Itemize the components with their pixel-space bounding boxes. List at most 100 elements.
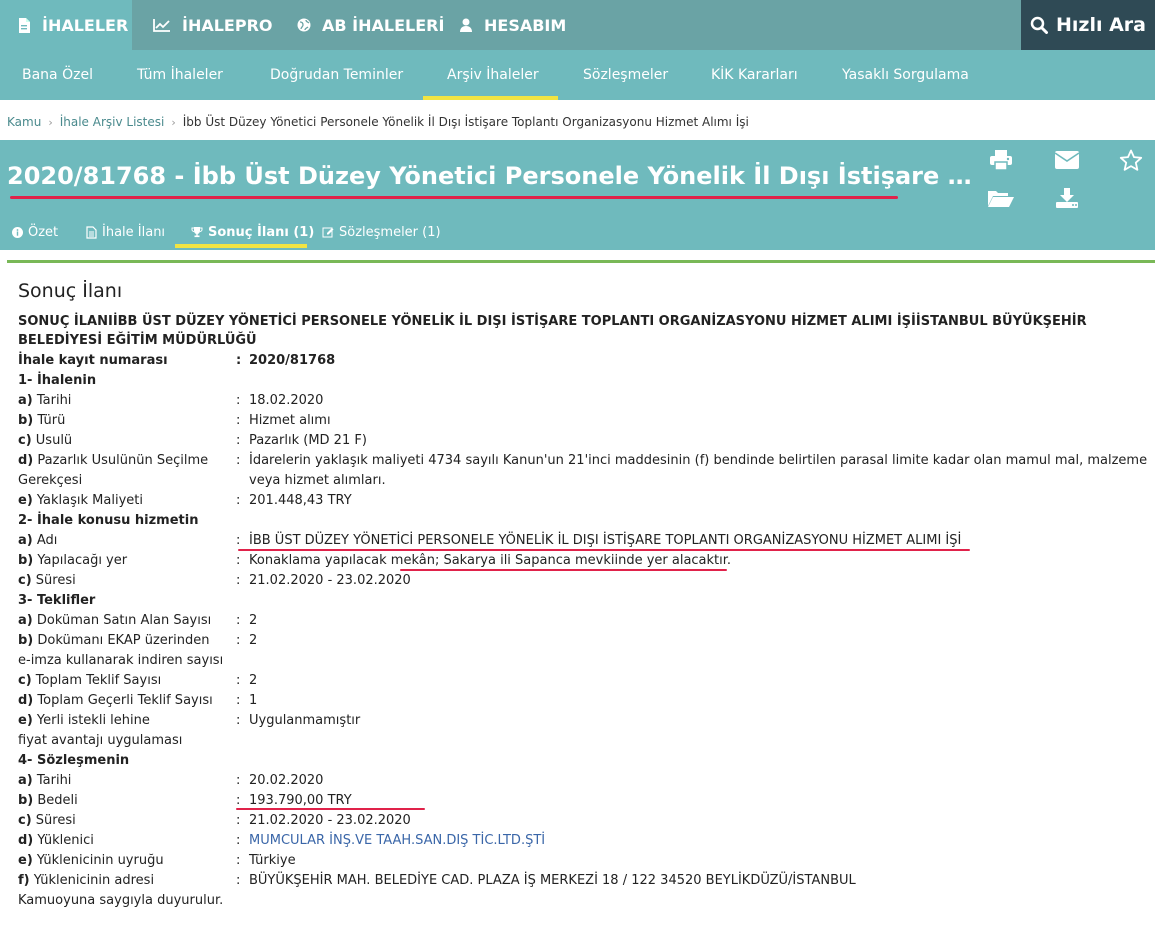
- detail-prefix: a): [18, 613, 33, 628]
- detail-value: Pazarlık (MD 21 F): [249, 433, 367, 448]
- chart-line-icon: [152, 17, 172, 33]
- detail-label: Dokümanı EKAP üzerinden: [37, 633, 210, 648]
- contractor-link[interactable]: MUMCULAR İNŞ.VE TAAH.SAN.DIŞ TİC.LTD.ŞTİ: [249, 831, 1154, 851]
- subnav-item-bana-ozel[interactable]: Bana Özel: [22, 50, 93, 100]
- topnav-item-ab-ihaleleri[interactable]: AB İHALELERİ: [296, 0, 444, 50]
- active-subnav-indicator: [423, 96, 558, 100]
- favorite-button[interactable]: [1117, 148, 1145, 176]
- detail-value: BÜYÜKŞEHİR MAH. BELEDİYE CAD. PLAZA İŞ M…: [249, 873, 856, 888]
- detail-label: Yüklenicinin adresi: [33, 873, 155, 888]
- detail-prefix: c): [18, 433, 32, 448]
- topnav-label: İHALEPRO: [182, 15, 273, 35]
- detail-value: 21.02.2020 - 23.02.2020: [249, 573, 411, 588]
- detail-label: Usulü: [35, 433, 73, 448]
- topnav-item-ihalepro[interactable]: İHALEPRO: [152, 0, 273, 50]
- open-folder-button[interactable]: [987, 186, 1015, 214]
- page-title: 2020/81768 - İbb Üst Düzey Yönetici Pers…: [7, 162, 977, 190]
- subnav-item-arsiv-ihaleler[interactable]: Arşiv İhaleler: [447, 50, 539, 100]
- section-heading-hizmetin: 2- İhale konusu hizmetin: [18, 513, 199, 528]
- download-icon: [1055, 187, 1079, 213]
- detail-prefix: c): [18, 813, 32, 828]
- tab-label: İhale İlanı: [102, 224, 166, 240]
- topnav-label: İHALELER: [42, 15, 129, 35]
- folder-open-icon: [987, 188, 1015, 212]
- star-icon: [1119, 149, 1143, 175]
- quick-search-label: Hızlı Ara: [1055, 14, 1146, 36]
- detail-label: Toplam Teklif Sayısı: [35, 673, 162, 688]
- detail-label: Toplam Geçerli Teklif Sayısı: [37, 693, 213, 708]
- detail-value: Uygulanmamıştır: [249, 713, 361, 728]
- download-button[interactable]: [1053, 186, 1081, 214]
- detail-label: Türü: [37, 413, 66, 428]
- detail-label: Yaklaşık Maliyeti: [36, 493, 143, 508]
- subnav-item-kik-kararlari[interactable]: KİK Kararları: [711, 50, 798, 100]
- document-icon: [16, 17, 32, 33]
- breadcrumb: Kamu › İhale Arşiv Listesi › İbb Üst Düz…: [7, 115, 749, 129]
- breadcrumb-item-current: İbb Üst Düzey Yönetici Personele Yönelik…: [182, 115, 749, 129]
- trophy-icon: [191, 226, 203, 238]
- topnav-item-hesabim[interactable]: HESABIM: [458, 0, 566, 50]
- detail-label: Yerli istekli lehine: [36, 713, 150, 728]
- detail-label: Pazarlık Usulünün Seçilme: [37, 453, 209, 468]
- announcement-heading: SONUÇ İLANIİBB ÜST DÜZEY YÖNETİCİ PERSON…: [18, 314, 1087, 348]
- detail-prefix: a): [18, 773, 33, 788]
- section-heading-ihalenin: 1- İhalenin: [18, 373, 97, 388]
- subnav-item-tum-ihaleler[interactable]: Tüm İhaleler: [137, 50, 223, 100]
- detail-value: 1: [249, 693, 258, 708]
- detail-value: İBB ÜST DÜZEY YÖNETİCİ PERSONELE YÖNELİK…: [249, 533, 962, 548]
- section-title: Sonuç İlanı: [18, 280, 123, 302]
- topnav-label: AB İHALELERİ: [322, 15, 445, 35]
- detail-value: 201.448,43 TRY: [249, 493, 352, 508]
- tab-ihale-ilani[interactable]: İhale İlanı: [86, 216, 165, 248]
- detail-prefix: e): [18, 493, 33, 508]
- quick-search-button[interactable]: Hızlı Ara: [1021, 0, 1155, 50]
- subnav-item-dogrudan-teminler[interactable]: Doğrudan Teminler: [270, 50, 403, 100]
- detail-value: 2: [249, 673, 258, 688]
- tender-header: 2020/81768 - İbb Üst Düzey Yönetici Pers…: [0, 140, 1155, 250]
- detail-prefix: e): [18, 713, 33, 728]
- section-heading-sozlesmenin: 4- Sözleşmenin: [18, 753, 130, 768]
- detail-value: 2: [249, 613, 258, 628]
- file-icon: [86, 225, 97, 239]
- sub-navigation: Bana Özel Tüm İhaleler Doğrudan Teminler…: [0, 50, 1155, 100]
- email-button[interactable]: [1053, 148, 1081, 176]
- detail-prefix: b): [18, 553, 34, 568]
- breadcrumb-item-kamu[interactable]: Kamu: [7, 115, 41, 129]
- print-icon: [989, 149, 1013, 175]
- print-button[interactable]: [987, 148, 1015, 176]
- user-icon: [458, 17, 474, 33]
- closing-text: Kamuoyuna saygıyla duyurulur.: [18, 893, 224, 908]
- detail-prefix: d): [18, 833, 34, 848]
- detail-prefix: d): [18, 453, 34, 468]
- detail-prefix: a): [18, 393, 33, 408]
- detail-prefix: c): [18, 673, 32, 688]
- section-heading-teklifler: 3- Teklifler: [18, 593, 96, 608]
- subnav-item-yasakli-sorgulama[interactable]: Yasaklı Sorgulama: [842, 50, 969, 100]
- detail-value: İdarelerin yaklaşık maliyeti 4734 sayılı…: [249, 453, 1148, 488]
- detail-value: Hizmet alımı: [249, 413, 331, 428]
- detail-prefix: b): [18, 413, 34, 428]
- edit-icon: [322, 226, 334, 238]
- breadcrumb-item-arsiv-listesi[interactable]: İhale Arşiv Listesi: [60, 115, 165, 129]
- detail-prefix: a): [18, 533, 33, 548]
- detail-label: Gerekçesi: [18, 473, 83, 488]
- detail-label: İhale kayıt numarası: [18, 353, 168, 368]
- annotation-underline: [10, 196, 898, 199]
- tab-ozet[interactable]: Özet: [12, 216, 58, 248]
- detail-value: 21.02.2020 - 23.02.2020: [249, 813, 411, 828]
- detail-prefix: e): [18, 853, 33, 868]
- detail-label: Bedeli: [37, 793, 78, 808]
- detail-label: Doküman Satın Alan Sayısı: [36, 613, 212, 628]
- detail-label: Süresi: [35, 573, 76, 588]
- chevron-right-icon: ›: [48, 115, 53, 129]
- info-icon: [12, 226, 23, 238]
- detail-label: Yüklenici: [37, 833, 94, 848]
- detail-value: 18.02.2020: [249, 393, 324, 408]
- subnav-item-sozlesmeler[interactable]: Sözleşmeler: [583, 50, 668, 100]
- detail-prefix: b): [18, 633, 34, 648]
- detail-label: e-imza kullanarak indiren sayısı: [18, 653, 224, 668]
- globe-icon: [296, 17, 312, 33]
- topnav-item-ihaleler[interactable]: İHALELER: [0, 0, 132, 50]
- tab-sozlesmeler[interactable]: Sözleşmeler (1): [322, 216, 441, 248]
- detail-value: 2: [249, 633, 258, 648]
